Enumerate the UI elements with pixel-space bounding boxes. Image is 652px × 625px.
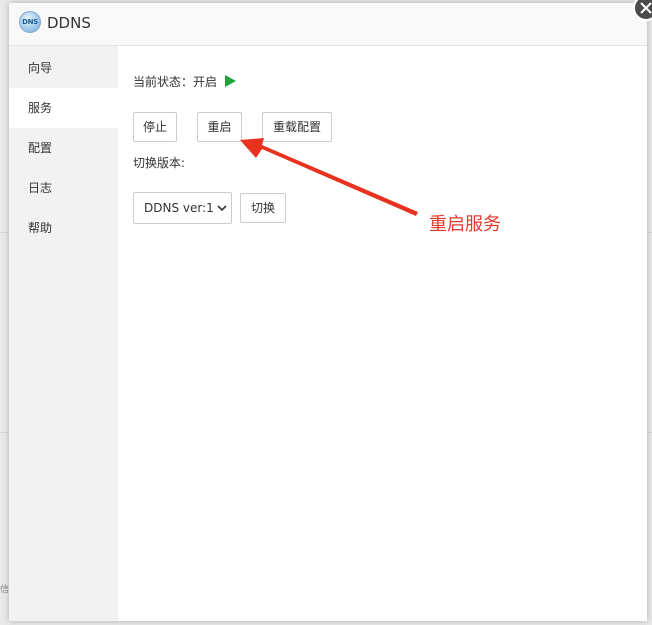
annotation-arrow [240, 138, 418, 216]
annotation-text: 重启服务 [429, 214, 501, 235]
